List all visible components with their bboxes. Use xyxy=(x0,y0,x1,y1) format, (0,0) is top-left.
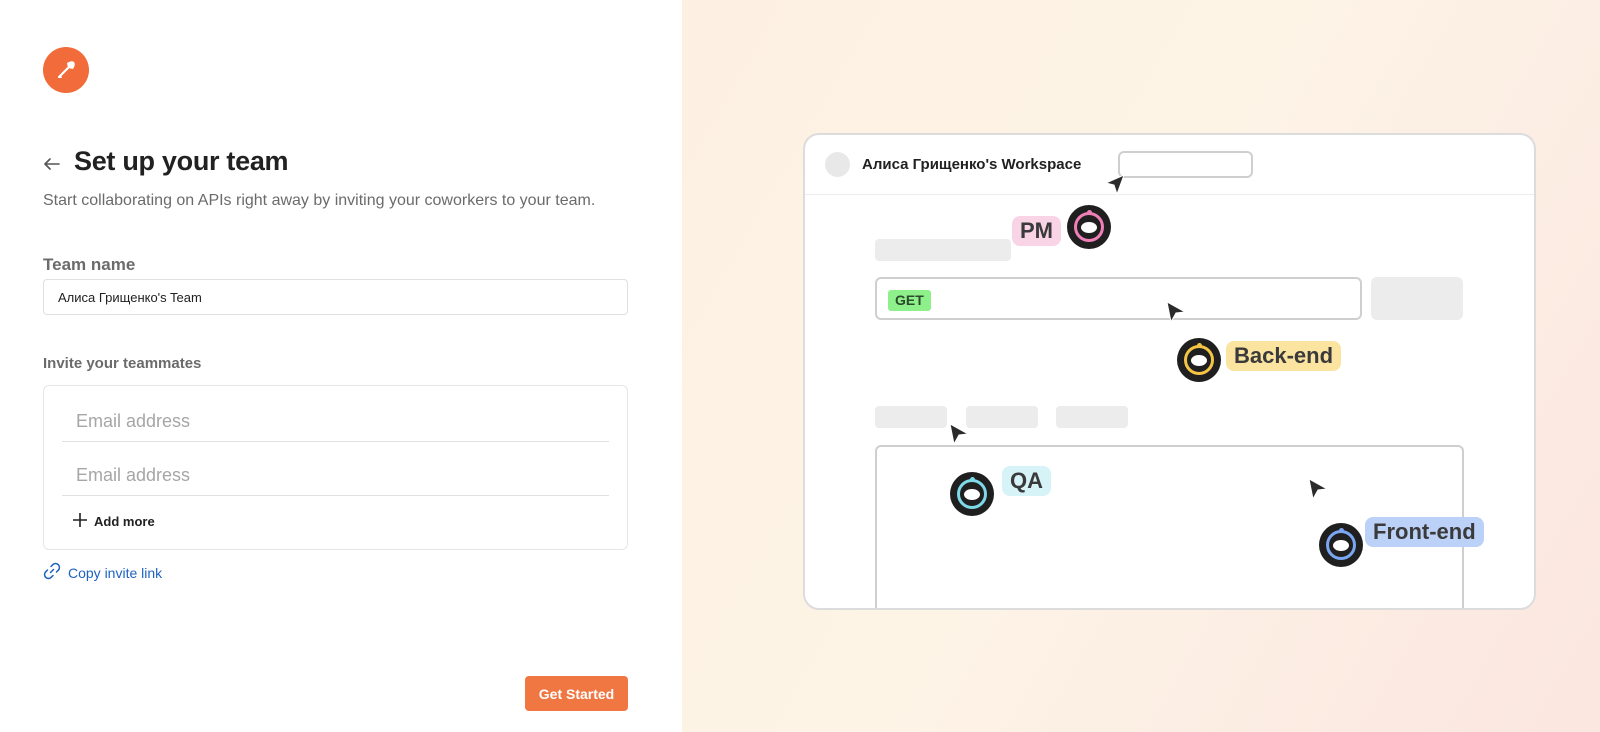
qa-avatar-icon xyxy=(950,472,994,516)
tab-skeleton-1 xyxy=(875,406,947,428)
frontend-tag: Front-end xyxy=(1365,517,1484,547)
get-started-button[interactable]: Get Started xyxy=(525,676,628,711)
cursor-icon xyxy=(1166,301,1187,324)
workspace-avatar xyxy=(825,152,850,177)
plus-icon xyxy=(72,512,88,531)
cursor-icon xyxy=(949,423,970,446)
request-url-bar: GET xyxy=(875,277,1362,320)
cursor-icon xyxy=(1104,174,1125,196)
send-skeleton xyxy=(1371,277,1463,320)
setup-panel: Set up your team Start collaborating on … xyxy=(0,0,682,732)
copy-invite-link[interactable]: Copy invite link xyxy=(43,562,162,583)
email-field-1[interactable] xyxy=(62,402,609,442)
team-name-input[interactable] xyxy=(43,279,628,315)
backend-avatar-icon xyxy=(1177,338,1221,382)
add-more-button[interactable]: Add more xyxy=(72,512,155,531)
link-icon xyxy=(43,562,61,583)
copy-invite-label: Copy invite link xyxy=(68,564,163,581)
method-badge: GET xyxy=(888,290,931,311)
illustration-panel: Алиса Грищенко's Workspace GET PM Back-e… xyxy=(682,0,1600,732)
pm-tag: PM xyxy=(1012,216,1061,246)
postman-logo-icon xyxy=(43,47,89,93)
team-name-label: Team name xyxy=(43,255,136,274)
backend-tag: Back-end xyxy=(1226,341,1342,371)
tab-skeleton-3 xyxy=(1056,406,1128,428)
page-subtitle: Start collaborating on APIs right away b… xyxy=(43,192,596,209)
add-more-label: Add more xyxy=(94,514,155,529)
skeleton-bar xyxy=(875,239,1011,261)
invite-box: Add more xyxy=(43,385,628,550)
email-field-2[interactable] xyxy=(62,456,609,496)
qa-tag: QA xyxy=(1002,466,1051,496)
cursor-icon xyxy=(1308,478,1329,501)
frontend-avatar-icon xyxy=(1319,523,1363,567)
workspace-illustration: Алиса Грищенко's Workspace GET PM Back-e… xyxy=(803,133,1536,610)
page-title: Set up your team xyxy=(74,146,289,176)
tab-skeleton-2 xyxy=(966,406,1038,428)
pm-avatar-icon xyxy=(1067,205,1111,249)
invite-teammates-label: Invite your teammates xyxy=(43,355,202,372)
workspace-pill xyxy=(1118,151,1253,178)
workspace-name: Алиса Грищенко's Workspace xyxy=(862,156,1082,173)
back-arrow-icon[interactable] xyxy=(43,155,61,173)
workspace-header: Алиса Грищенко's Workspace xyxy=(805,135,1534,195)
